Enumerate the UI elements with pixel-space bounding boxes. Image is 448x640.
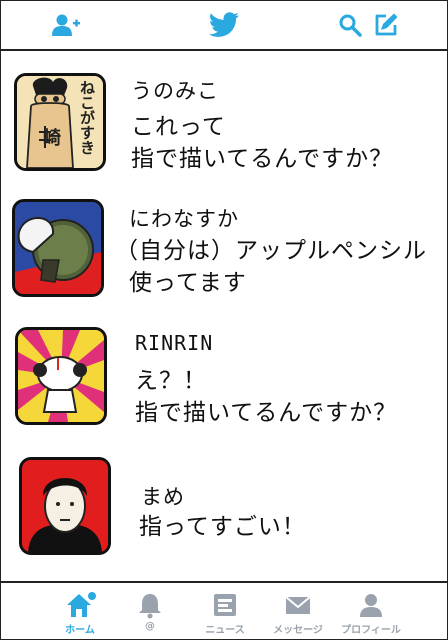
tweet-item[interactable]: まめ 指ってすごい！ bbox=[1, 453, 447, 557]
tweet-text-line: （自分は）アップルペンシル bbox=[115, 238, 427, 264]
tweet-author[interactable]: RINRIN bbox=[135, 331, 213, 355]
tab-profile[interactable]: プロフィール bbox=[334, 583, 408, 639]
tab-notifications[interactable]: @ bbox=[113, 583, 187, 639]
search-icon[interactable] bbox=[337, 11, 363, 39]
tweet-author[interactable]: うのみこ bbox=[131, 75, 219, 105]
tweet-text-line: 指で描いてるんですか？ bbox=[131, 146, 394, 172]
tab-label: ニュース bbox=[205, 625, 245, 636]
bottom-tab-bar: ホーム @ ニュース メッセージ プロフィール bbox=[1, 581, 447, 639]
avatar-unomiko-subtext: 崎 bbox=[43, 128, 61, 149]
twitter-bird-icon[interactable] bbox=[206, 11, 242, 39]
avatar-mame[interactable] bbox=[19, 457, 111, 555]
avatar-niwanasuka[interactable] bbox=[12, 199, 104, 297]
home-icon bbox=[43, 591, 117, 619]
avatar-unomiko[interactable]: ねこがすき 崎 bbox=[14, 73, 106, 171]
tweet-item[interactable]: ねこがすき 崎 うのみこ これって 指で描いてるんですか？ bbox=[1, 71, 447, 177]
app-frame: ねこがすき 崎 うのみこ これって 指で描いてるんですか？ にわなすか （自分は… bbox=[0, 0, 448, 640]
tweet-item[interactable]: にわなすか （自分は）アップルペンシル 使ってます bbox=[1, 197, 447, 303]
tweet-author[interactable]: まめ bbox=[141, 481, 185, 511]
tab-label: プロフィール bbox=[341, 625, 401, 636]
tab-news[interactable]: ニュース bbox=[188, 583, 262, 639]
tweet-text-line: 指で描いてるんですか？ bbox=[135, 400, 398, 426]
add-user-icon[interactable] bbox=[49, 11, 83, 39]
tweet-item[interactable]: RINRIN え？！ 指で描いてるんですか？ bbox=[1, 323, 447, 431]
timeline-feed[interactable]: ねこがすき 崎 うのみこ これって 指で描いてるんですか？ にわなすか （自分は… bbox=[1, 51, 447, 581]
tab-label: @ bbox=[145, 621, 155, 632]
messages-envelope-icon bbox=[261, 591, 335, 619]
top-navigation-bar bbox=[1, 1, 447, 51]
compose-tweet-icon[interactable] bbox=[372, 11, 400, 39]
tweet-text-line: 使ってます bbox=[129, 270, 247, 296]
news-icon bbox=[188, 591, 262, 619]
tab-label: メッセージ bbox=[273, 625, 323, 636]
tab-label: ホーム bbox=[65, 625, 95, 636]
tweet-author[interactable]: にわなすか bbox=[129, 203, 239, 233]
notifications-bell-icon bbox=[113, 591, 187, 619]
tab-home[interactable]: ホーム bbox=[43, 583, 117, 639]
avatar-rinrin[interactable] bbox=[15, 327, 107, 425]
tweet-text-line: 指ってすごい！ bbox=[139, 514, 306, 540]
tab-messages[interactable]: メッセージ bbox=[261, 583, 335, 639]
avatar-unomiko-text: ねこがすき bbox=[78, 80, 96, 155]
tweet-text-line: え？！ bbox=[135, 368, 207, 394]
tweet-text-line: これって bbox=[131, 114, 226, 140]
profile-icon bbox=[334, 591, 408, 619]
